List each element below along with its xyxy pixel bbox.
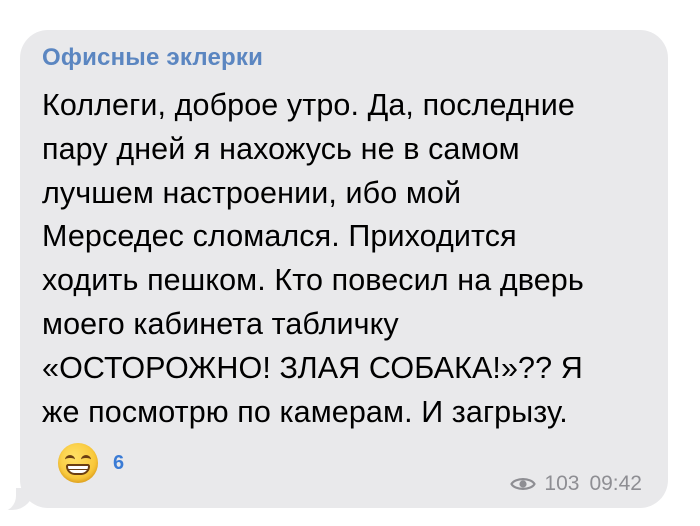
message-line: ходить пешком. Кто повесил на дверь <box>42 263 584 298</box>
reaction-chip[interactable]: 6 <box>58 441 124 485</box>
message-line: пару дней я нахожусь не в самом <box>42 131 520 166</box>
message-time: 09:42 <box>589 472 642 495</box>
sender-name[interactable]: Офисные эклерки <box>42 44 263 72</box>
message-line: Коллеги, доброе утро. Да, последние <box>42 88 575 122</box>
message-line: моего кабинета табличку <box>42 306 399 341</box>
message-text: Коллеги, доброе утро. Да, последние пару… <box>42 84 642 434</box>
view-count: 103 <box>544 472 580 495</box>
grinning-face-emoji-icon <box>58 443 98 483</box>
reaction-count: 6 <box>113 451 125 474</box>
message-line: «ОСТОРОЖНО! ЗЛАЯ СОБАКА!»?? Я <box>42 350 583 385</box>
eye-icon <box>510 478 537 490</box>
message-line: же посмотрю по камерам. И загрызу. <box>42 394 568 429</box>
message-line: лучшем настроении, ибо мой <box>42 175 462 210</box>
message-line: Мерседес сломался. Приходится <box>42 219 517 254</box>
message-meta: 103 09:42 <box>510 472 642 496</box>
